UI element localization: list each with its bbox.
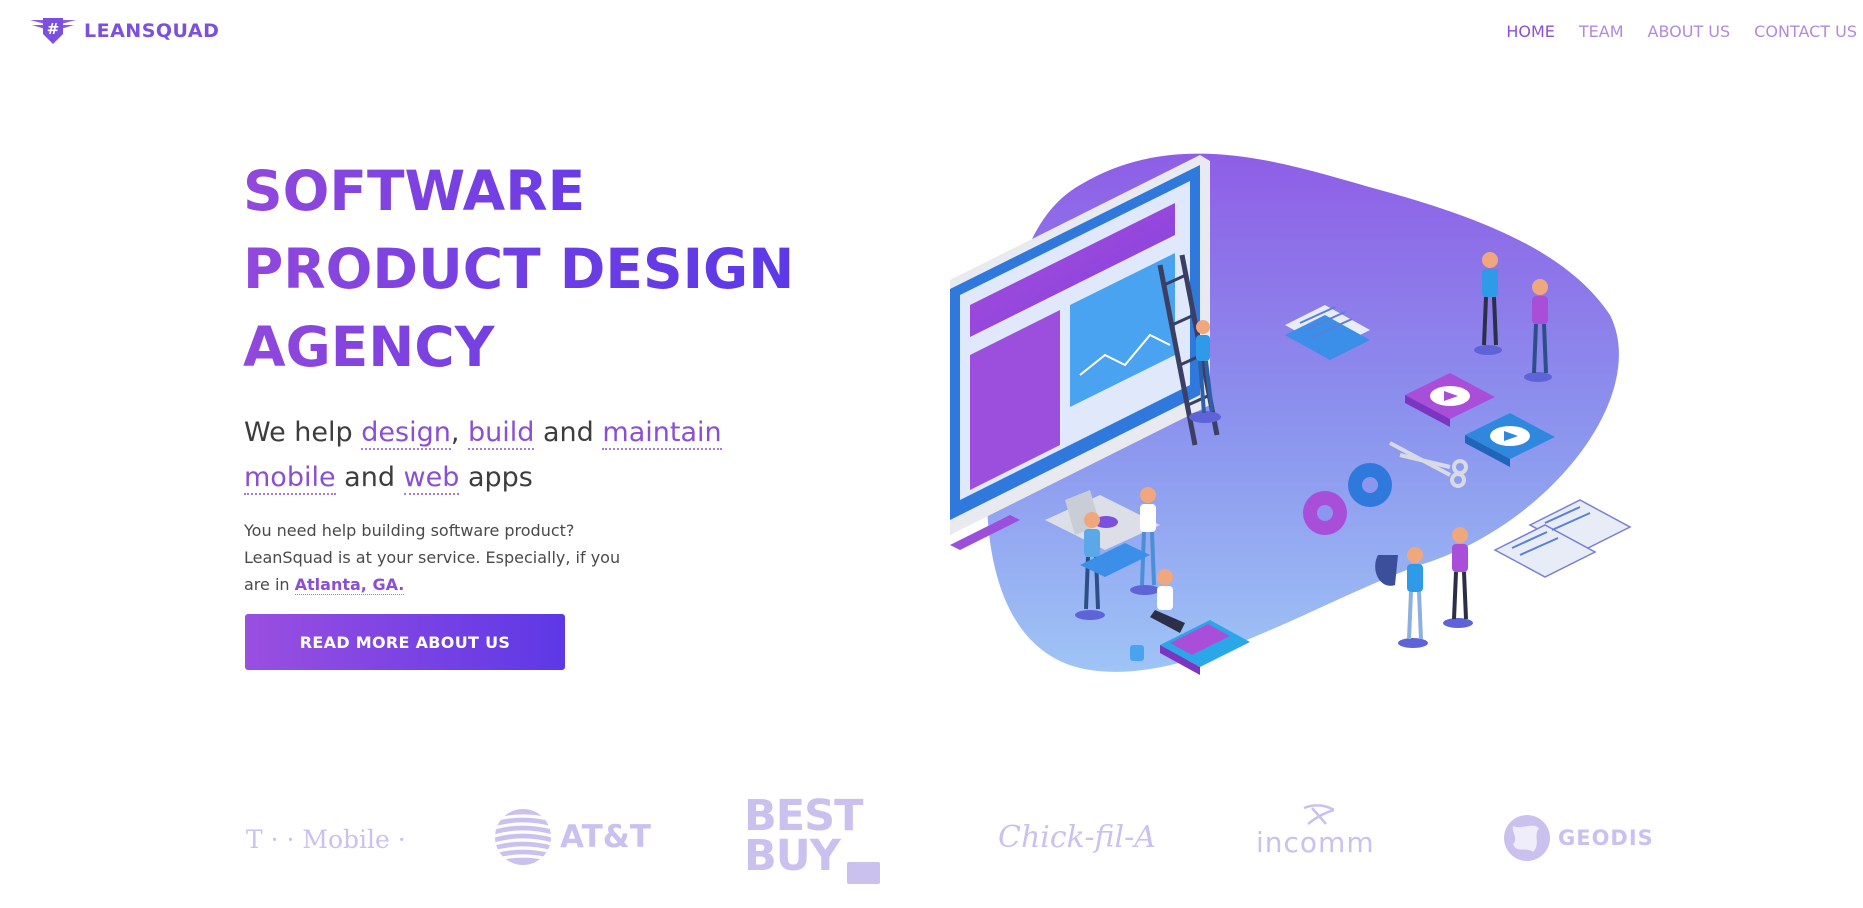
nav-contact-us[interactable]: CONTACT US <box>1754 22 1857 41</box>
sub-text: We help <box>244 417 362 448</box>
read-more-button[interactable]: READ MORE ABOUT US <box>245 614 565 670</box>
sub-text: and <box>335 462 404 493</box>
client-logo-att: AT&T <box>494 808 651 866</box>
client-logo-bestbuy: BEST BUY <box>744 795 884 884</box>
bestbuy-wordmark: BEST BUY <box>744 791 863 881</box>
incomm-mark-icon <box>1303 804 1335 825</box>
sub-text: apps <box>459 462 533 493</box>
client-logos: T · · Mobile · AT&T BEST BUY Chick-fil-A… <box>0 790 1863 890</box>
headline-line-2: PRODUCT DESIGN <box>243 230 794 308</box>
shield-hash-icon: # <box>30 18 76 44</box>
incomm-wordmark: incomm <box>1256 826 1375 859</box>
keyword-build[interactable]: build <box>468 417 535 450</box>
bestbuy-tag-shape <box>847 862 880 884</box>
sub-text: and <box>534 417 603 448</box>
nav-home[interactable]: HOME <box>1506 22 1555 41</box>
geodis-wordmark: GEODIS <box>1558 826 1654 850</box>
client-logo-tmobile: T · · Mobile · <box>246 825 406 854</box>
headline-line-1: SOFTWARE <box>243 152 794 230</box>
att-globe-icon <box>495 809 551 865</box>
svg-text:#: # <box>47 20 60 38</box>
hero-illustration <box>950 153 1632 675</box>
brand-logo[interactable]: # LEANSQUAD <box>28 16 219 46</box>
client-logo-chickfila: Chick-fil-A <box>998 820 1156 855</box>
brand-name: LEANSQUAD <box>84 20 220 42</box>
hero-headline: SOFTWARE PRODUCT DESIGN AGENCY <box>243 152 794 386</box>
headline-line-3: AGENCY <box>243 308 794 386</box>
geodis-globe-icon <box>1504 815 1550 861</box>
location-link[interactable]: Atlanta, GA. <box>294 575 405 595</box>
keyword-design[interactable]: design <box>361 417 451 450</box>
client-logo-geodis: GEODIS <box>1503 814 1654 862</box>
keyword-web[interactable]: web <box>403 462 460 495</box>
main-nav: HOME TEAM ABOUT US CONTACT US <box>1506 22 1857 41</box>
client-logo-incomm: incomm <box>1256 804 1375 859</box>
att-wordmark: AT&T <box>560 819 651 855</box>
keyword-mobile[interactable]: mobile <box>244 462 336 495</box>
sub-text: , <box>450 417 469 448</box>
nav-about-us[interactable]: ABOUT US <box>1648 22 1731 41</box>
nav-team[interactable]: TEAM <box>1579 22 1624 41</box>
keyword-maintain[interactable]: maintain <box>602 417 722 450</box>
hero-description: You need help building software product?… <box>244 517 624 598</box>
hero-subheading: We help design, build and maintain mobile… <box>244 410 764 500</box>
